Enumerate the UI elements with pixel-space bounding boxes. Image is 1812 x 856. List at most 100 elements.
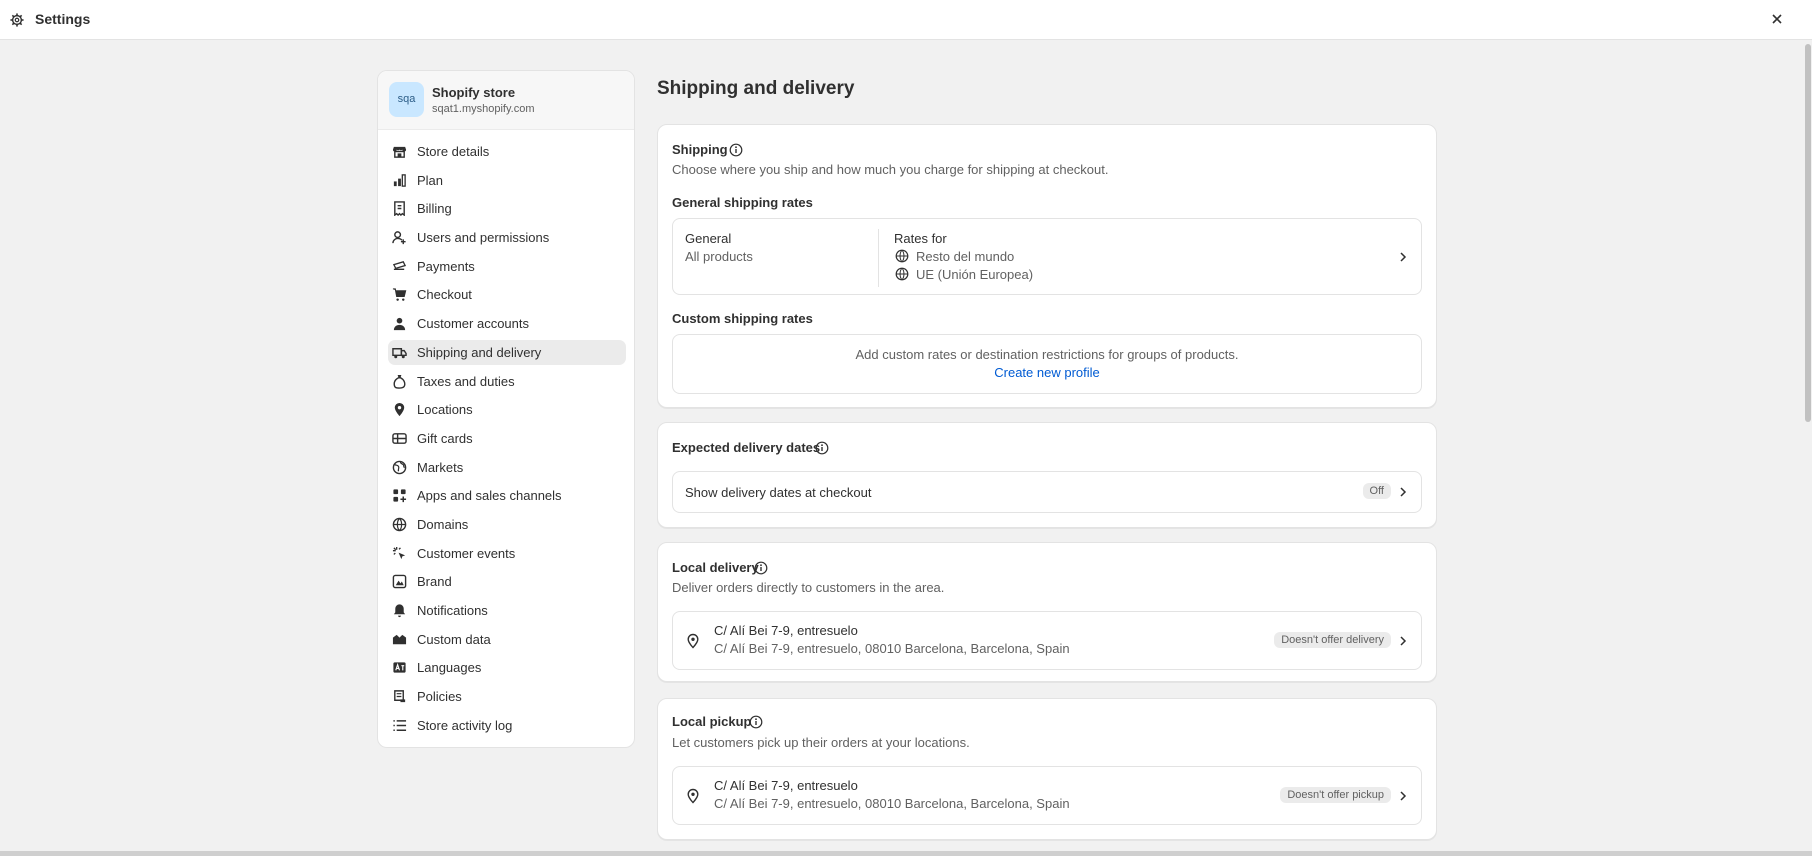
sidebar-item-customer-events[interactable]: Customer events [388, 541, 626, 566]
sidebar-item-store-details[interactable]: Store details [388, 139, 626, 164]
top-bar: Settings [0, 0, 1812, 40]
sidebar-item-label: Customer accounts [417, 316, 529, 332]
globe-icon [392, 460, 407, 474]
sidebar-nav: Store details Plan Billing Users and per… [388, 139, 626, 741]
info-icon[interactable] [749, 715, 763, 729]
sidebar-item-label: Notifications [417, 603, 488, 618]
sidebar-item-plan[interactable]: Plan [388, 168, 626, 193]
sidebar-item-locations[interactable]: Locations [388, 397, 626, 422]
window-title: Settings [35, 11, 91, 27]
sidebar-item-shipping-and-delivery[interactable]: Shipping and delivery [388, 339, 626, 365]
local-delivery-description: Deliver orders directly to customers in … [672, 580, 945, 595]
store-icon [392, 146, 407, 158]
location-pin-icon [687, 633, 699, 649]
domains-icon [392, 517, 407, 532]
sidebar-item-brand[interactable]: Brand [388, 569, 626, 594]
delivery-dates-row[interactable]: Show delivery dates at checkout Off [672, 471, 1422, 513]
payments-icon [392, 260, 407, 270]
sidebar-item-policies[interactable]: Policies [388, 684, 626, 709]
sidebar-item-label: Custom data [417, 631, 491, 647]
chevron-right-icon [1400, 252, 1407, 262]
divider [878, 229, 879, 287]
sidebar-item-gift-cards[interactable]: Gift cards [388, 426, 626, 451]
shipping-card: Shipping Choose where you ship and how m… [657, 124, 1437, 408]
local-delivery-title: Local delivery [672, 560, 759, 575]
globe-icon [895, 267, 909, 281]
sidebar-item-label: Store details [417, 144, 490, 159]
sidebar-item-billing[interactable]: Billing [388, 196, 626, 221]
info-icon[interactable] [754, 561, 768, 575]
sidebar-item-label: Checkout [417, 287, 472, 303]
zone-name: Resto del mundo [916, 249, 1015, 264]
status-badge: Doesn't offer delivery [1274, 632, 1391, 648]
bottom-edge [0, 851, 1812, 856]
location-icon [394, 403, 405, 417]
general-profile-row[interactable]: General All products Rates for Resto del… [672, 218, 1422, 295]
sidebar-item-label: Customer events [417, 545, 516, 561]
location-name: C/ Alí Bei 7-9, entresuelo [714, 623, 858, 638]
scrollbar-thumb[interactable] [1805, 44, 1811, 422]
sidebar-item-label: Locations [417, 402, 473, 418]
chevron-right-icon [1400, 487, 1407, 497]
sidebar-item-checkout[interactable]: Checkout [388, 282, 626, 307]
local-pickup-location-row[interactable]: C/ Alí Bei 7-9, entresuelo C/ Alí Bei 7-… [672, 766, 1422, 825]
sidebar-item-label: Domains [417, 516, 469, 532]
sidebar-item-label: Policies [417, 689, 462, 705]
location-pin-icon [687, 788, 699, 804]
page-title: Shipping and delivery [657, 78, 855, 99]
create-new-profile-link[interactable]: Create new profile [994, 365, 1100, 380]
users-icon [392, 231, 406, 245]
plan-icon [393, 173, 406, 187]
sidebar-item-label: Apps and sales channels [417, 488, 562, 504]
location-address: C/ Alí Bei 7-9, entresuelo, 08010 Barcel… [714, 796, 1070, 811]
bell-icon [393, 604, 406, 618]
rates-for-label: Rates for [894, 231, 947, 246]
list-icon [393, 719, 407, 731]
custom-rates-box: Add custom rates or destination restrict… [672, 334, 1422, 394]
sidebar-item-languages[interactable]: Languages [388, 655, 626, 680]
local-pickup-card: Local pickup Let customers pick up their… [657, 698, 1437, 840]
sidebar-item-label: Shipping and delivery [417, 344, 542, 360]
gift-card-icon [392, 432, 407, 444]
shipping-description: Choose where you ship and how much you c… [672, 162, 1109, 177]
store-header[interactable]: sqa Shopify store sqat1.myshopify.com [378, 71, 634, 130]
sidebar-item-users-and-permissions[interactable]: Users and permissions [388, 225, 626, 250]
language-icon [393, 662, 406, 674]
sidebar-item-domains[interactable]: Domains [388, 512, 626, 537]
sidebar-item-store-activity-log[interactable]: Store activity log [388, 713, 626, 738]
sidebar-item-custom-data[interactable]: Custom data [388, 627, 626, 652]
sidebar-item-label: Brand [417, 574, 452, 590]
cart-icon [392, 288, 407, 302]
brand-icon [392, 575, 407, 589]
globe-icon [895, 249, 909, 263]
tax-icon [393, 374, 406, 389]
apps-icon [393, 489, 407, 503]
close-icon[interactable] [1770, 12, 1784, 26]
custom-rates-title: Custom shipping rates [672, 311, 813, 326]
settings-sidebar: sqa Shopify store sqat1.myshopify.com St… [377, 70, 635, 748]
sidebar-item-label: Gift cards [417, 430, 473, 446]
sidebar-item-customer-accounts[interactable]: Customer accounts [388, 311, 626, 336]
expected-delivery-card: Expected delivery dates Show delivery da… [657, 422, 1437, 528]
truck-icon [392, 347, 407, 359]
status-badge: Off [1362, 483, 1391, 499]
local-delivery-location-row[interactable]: C/ Alí Bei 7-9, entresuelo C/ Alí Bei 7-… [672, 611, 1422, 670]
sidebar-item-notifications[interactable]: Notifications [388, 598, 626, 623]
info-icon[interactable] [729, 143, 743, 157]
local-pickup-title: Local pickup [672, 714, 752, 729]
sidebar-item-label: Billing [417, 201, 452, 217]
sidebar-item-payments[interactable]: Payments [388, 254, 626, 279]
profile-name: General [685, 231, 732, 246]
sidebar-item-markets[interactable]: Markets [388, 455, 626, 480]
status-badge: Doesn't offer pickup [1280, 787, 1391, 803]
sidebar-item-apps-and-sales-channels[interactable]: Apps and sales channels [388, 483, 626, 508]
avatar: sqa [389, 82, 424, 117]
info-icon[interactable] [815, 441, 829, 455]
sidebar-item-taxes-and-duties[interactable]: Taxes and duties [388, 369, 626, 394]
sidebar-item-label: Users and permissions [417, 230, 550, 246]
sidebar-item-label: Taxes and duties [417, 373, 515, 389]
local-pickup-description: Let customers pick up their orders at yo… [672, 735, 970, 750]
sidebar-item-label: Payments [417, 258, 475, 274]
gear-icon [10, 13, 24, 27]
location-address: C/ Alí Bei 7-9, entresuelo, 08010 Barcel… [714, 641, 1070, 656]
